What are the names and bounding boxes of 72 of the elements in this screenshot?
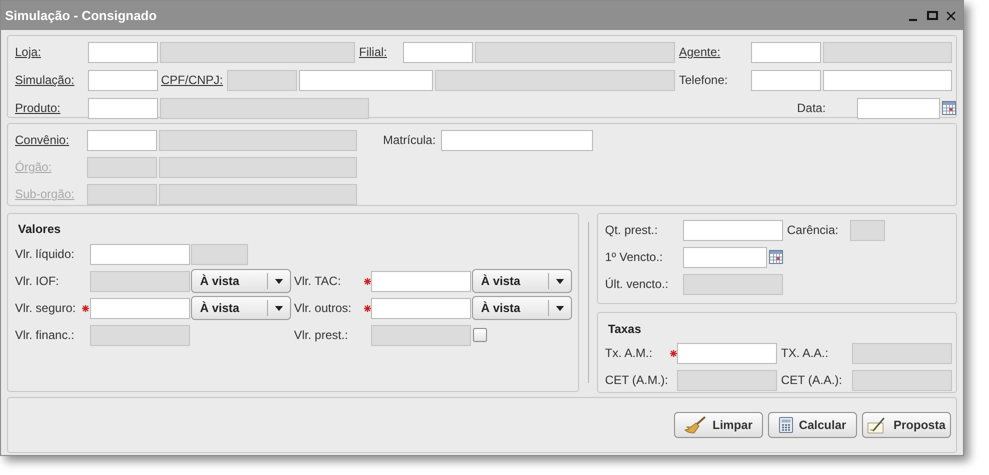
input-field[interactable] (88, 98, 158, 118)
calendar-icon[interactable] (769, 250, 783, 264)
input-field[interactable] (441, 130, 593, 150)
field-label: Data: (797, 101, 827, 115)
input-field[interactable] (677, 342, 777, 364)
required-icon (364, 304, 371, 312)
field-label: CPF/CNPJ: (161, 73, 224, 87)
field-label: Tx. A.M.: (605, 346, 652, 360)
required-icon (82, 304, 89, 312)
field-label: Filial: (359, 45, 388, 59)
field-label: Qt. prest.: (605, 223, 658, 237)
input-field[interactable] (751, 70, 821, 90)
field-label: Órgão: (15, 160, 52, 174)
field-label: Vlr. outros: (294, 301, 352, 315)
field-label: Carência: (787, 223, 838, 237)
field-label: CET (A.A.): (781, 373, 842, 387)
field-label: Matrícula: (383, 133, 436, 147)
action-button[interactable]: Limpar (674, 412, 763, 438)
field-label: Vlr. seguro: (15, 301, 76, 315)
input-field[interactable] (88, 70, 158, 90)
input-field[interactable] (683, 220, 783, 240)
dropdown-arrow-icon (556, 278, 564, 284)
field-label: Sub-orgão: (15, 187, 74, 201)
input-field[interactable] (88, 42, 158, 62)
field-label: Vlr. IOF: (15, 274, 60, 288)
required-icon (670, 350, 677, 356)
dropdown[interactable]: À vista (472, 296, 572, 320)
field-label: CET (A.M.): (605, 373, 668, 387)
calendar-icon[interactable] (942, 101, 956, 115)
broom-icon (684, 416, 706, 434)
input-field[interactable] (90, 298, 190, 318)
field-label: Vlr. TAC: (294, 274, 341, 288)
input-field[interactable] (90, 244, 190, 264)
dropdown[interactable]: À vista (191, 296, 291, 320)
input-field[interactable] (371, 270, 471, 292)
dropdown[interactable]: À vista (191, 269, 291, 293)
field-label: Simulação: (15, 73, 74, 87)
input-field[interactable] (751, 42, 821, 62)
field-label: TX. A.A.: (781, 346, 828, 360)
field-label: Telefone: (679, 73, 728, 87)
section-title: Valores (18, 221, 62, 238)
input-field[interactable] (823, 70, 952, 90)
field-label: Produto: (15, 101, 60, 115)
checkbox[interactable] (473, 328, 487, 342)
field-label: Convênio: (15, 133, 70, 147)
close-icon (946, 10, 956, 20)
minimize-icon (909, 18, 917, 20)
field-label: Últ. vencto.: (605, 277, 668, 291)
field-label: Loja: (15, 45, 42, 59)
section-title: Taxas (608, 321, 642, 338)
dropdown-arrow-icon (556, 306, 564, 310)
input-field[interactable] (683, 246, 767, 268)
field-label: Vlr. financ.: (15, 328, 74, 342)
calculator-icon (778, 417, 793, 433)
field-label: Vlr. líquido: (15, 247, 74, 261)
input-field[interactable] (87, 130, 157, 150)
dropdown[interactable]: À vista (472, 269, 572, 293)
field-label: Vlr. prest.: (294, 328, 348, 342)
field-label: Agente: (679, 45, 720, 59)
input-field[interactable] (403, 42, 473, 62)
action-button[interactable]: Proposta (862, 412, 951, 438)
input-field[interactable] (857, 98, 940, 118)
input-field[interactable] (299, 70, 433, 90)
field-label: 1º Vencto.: (605, 250, 663, 264)
action-button[interactable]: Calcular (768, 412, 857, 438)
input-field[interactable] (371, 298, 471, 318)
required-icon (364, 278, 371, 284)
maximize-icon (926, 11, 938, 20)
dropdown-arrow-icon (275, 306, 283, 310)
dropdown-arrow-icon (275, 278, 283, 284)
window-title: Simulação - Consignado (5, 6, 157, 25)
pen-paper-icon (867, 416, 888, 434)
